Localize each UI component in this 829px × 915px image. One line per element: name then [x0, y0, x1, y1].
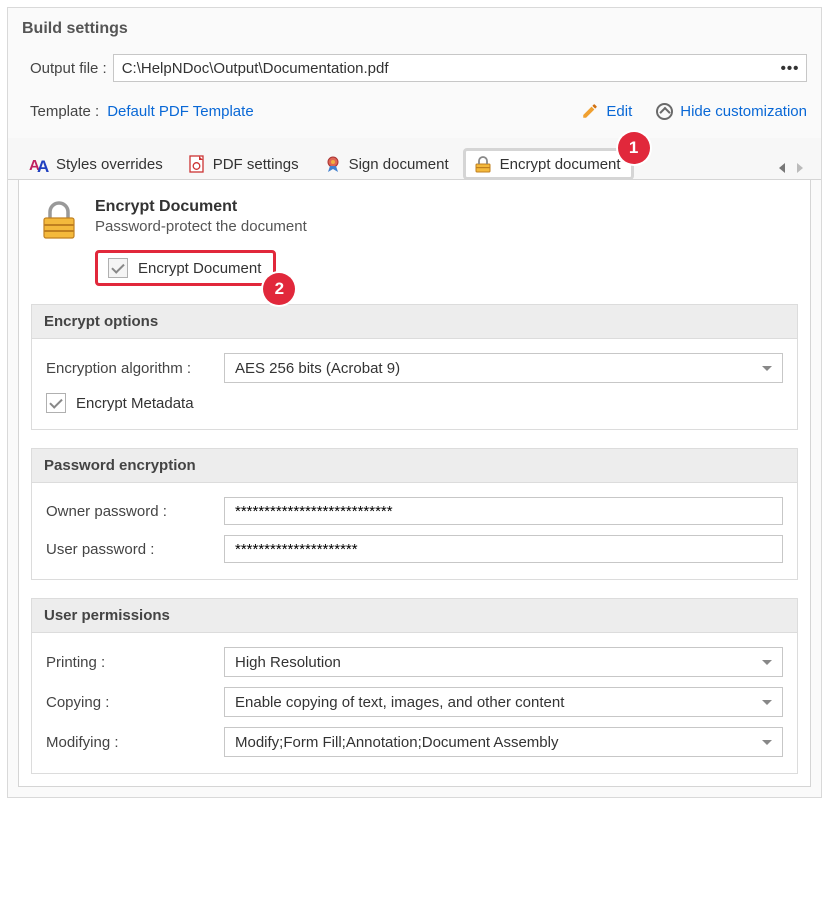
- encrypt-header: Encrypt Document Password-protect the do…: [31, 192, 798, 246]
- select-value: Modify;Form Fill;Annotation;Document Ass…: [235, 734, 558, 751]
- hide-customization-button[interactable]: Hide customization: [656, 103, 807, 120]
- tab-pdf-settings[interactable]: PDF settings: [177, 147, 313, 180]
- tab-encrypt-document[interactable]: Encrypt document 1: [463, 148, 634, 180]
- owner-password-label: Owner password :: [46, 503, 224, 520]
- chevron-down-icon: [762, 660, 772, 665]
- user-permissions-section: User permissions Printing : High Resolut…: [31, 598, 798, 774]
- encrypt-subtitle: Password-protect the document: [95, 218, 307, 235]
- copying-select[interactable]: Enable copying of text, images, and othe…: [224, 687, 783, 717]
- tab-styles-overrides[interactable]: AA Styles overrides: [18, 147, 177, 180]
- encrypt-options-section: Encrypt options Encryption algorithm : A…: [31, 304, 798, 430]
- user-password-label: User password :: [46, 541, 224, 558]
- encryption-algorithm-select[interactable]: AES 256 bits (Acrobat 9): [224, 353, 783, 383]
- select-value: Enable copying of text, images, and othe…: [235, 694, 564, 711]
- tab-scroll-left[interactable]: [779, 163, 785, 173]
- select-value: High Resolution: [235, 654, 341, 671]
- lock-large-icon: [37, 198, 81, 242]
- encryption-algorithm-label: Encryption algorithm :: [46, 360, 224, 377]
- encrypt-metadata-checkbox[interactable]: [46, 393, 66, 413]
- section-title: User permissions: [32, 599, 797, 633]
- section-title: Encrypt options: [32, 305, 797, 339]
- owner-password-input[interactable]: [224, 497, 783, 525]
- section-title: Password encryption: [32, 449, 797, 483]
- encrypt-document-check-label: Encrypt Document: [138, 260, 261, 277]
- callout-2: 2: [263, 273, 295, 305]
- pencil-icon: [581, 102, 599, 120]
- pdf-icon: [188, 155, 206, 173]
- modifying-select[interactable]: Modify;Form Fill;Annotation;Document Ass…: [224, 727, 783, 757]
- edit-template-button[interactable]: Edit: [581, 102, 632, 120]
- password-encryption-section: Password encryption Owner password : Use…: [31, 448, 798, 580]
- build-settings-panel: Build settings Output file : ••• Templat…: [7, 7, 822, 798]
- browse-button[interactable]: •••: [774, 60, 806, 77]
- encrypt-tab-body: Encrypt Document Password-protect the do…: [18, 180, 811, 787]
- chevron-down-icon: [762, 366, 772, 371]
- select-value: AES 256 bits (Acrobat 9): [235, 360, 400, 377]
- output-file-label: Output file :: [30, 60, 107, 77]
- template-link[interactable]: Default PDF Template: [107, 103, 253, 120]
- hide-label: Hide customization: [680, 103, 807, 120]
- tab-sign-document[interactable]: Sign document: [313, 147, 463, 180]
- tab-label: PDF settings: [213, 156, 299, 173]
- user-password-input[interactable]: [224, 535, 783, 563]
- callout-1: 1: [618, 132, 650, 164]
- lock-icon: [473, 155, 493, 173]
- ribbon-icon: [324, 155, 342, 173]
- encrypt-document-checkbox[interactable]: [108, 258, 128, 278]
- panel-title: Build settings: [8, 8, 821, 50]
- chevron-up-icon: [656, 103, 673, 120]
- edit-label: Edit: [606, 103, 632, 120]
- tab-scroll-right[interactable]: [797, 163, 803, 173]
- output-file-field-wrap: •••: [113, 54, 807, 82]
- svg-text:A: A: [37, 157, 49, 173]
- styles-icon: AA: [29, 155, 49, 173]
- encrypt-metadata-label: Encrypt Metadata: [76, 395, 194, 412]
- encrypt-title: Encrypt Document: [95, 198, 307, 216]
- template-row: Template : Default PDF Template Edit Hid…: [8, 96, 821, 138]
- copying-label: Copying :: [46, 694, 224, 711]
- template-label: Template :: [30, 103, 99, 120]
- tab-label: Encrypt document: [500, 156, 621, 173]
- chevron-down-icon: [762, 740, 772, 745]
- printing-select[interactable]: High Resolution: [224, 647, 783, 677]
- output-file-input[interactable]: [114, 58, 774, 79]
- tab-bar: AA Styles overrides PDF settings Sign do…: [8, 138, 821, 180]
- output-file-row: Output file : •••: [8, 50, 821, 96]
- modifying-label: Modifying :: [46, 734, 224, 751]
- encrypt-document-checkbox-wrap: Encrypt Document 2: [95, 250, 276, 286]
- tab-scroll-nav: [779, 163, 811, 179]
- tab-label: Styles overrides: [56, 156, 163, 173]
- chevron-down-icon: [762, 700, 772, 705]
- tab-label: Sign document: [349, 156, 449, 173]
- printing-label: Printing :: [46, 654, 224, 671]
